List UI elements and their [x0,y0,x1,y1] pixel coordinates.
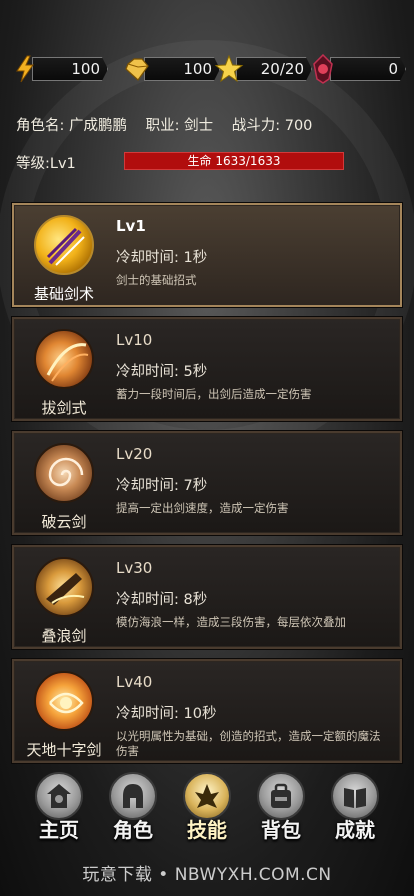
character-level: 等级:Lv1 [16,156,76,172]
crystal-icon [313,54,333,84]
skill-name: 基础剑术 [33,285,94,303]
skill-card-basic-sword[interactable]: 基础剑术 Lv1 冷却时间: 1秒 剑士的基础招式 [11,202,403,308]
energy-value: 100 [71,60,100,78]
gem-icon [125,58,149,81]
nav-label: 角色 [113,818,153,842]
character-power: 战斗力: 700 [231,118,313,134]
skill-cooldown: 冷却时间: 10秒 [116,706,217,722]
skill-level: Lv30 [116,559,153,577]
swirl-icon [34,443,94,503]
cross-icon [34,671,94,731]
gem-value: 100 [183,60,212,78]
skill-description: 提高一定出剑速度，造成一定伤害 [116,501,289,515]
skill-name: 叠浪剑 [41,627,87,645]
nav-skills[interactable]: 技能 [172,770,242,842]
skill-name: 拔剑式 [41,399,87,417]
star-icon [214,54,244,83]
character-info: 角色名: 广成鹏鹏 职业: 剑士 战斗力: 700 [16,114,326,135]
skill-cooldown: 冷却时间: 8秒 [116,592,208,608]
nav-label: 主页 [39,818,79,842]
skill-level: Lv1 [116,217,146,235]
skill-icon [183,772,231,820]
nav-label: 成就 [335,818,375,842]
helmet-icon [109,772,157,820]
skill-card-heaven-earth-cross[interactable]: 天地十字剑 Lv40 冷却时间: 10秒 以光明属性为基础，创造的招式，造成一定… [11,658,403,764]
nav-label: 技能 [187,818,227,842]
nav-backpack[interactable]: 背包 [246,770,316,842]
lightning-icon [16,55,34,83]
skill-level: Lv20 [116,445,153,463]
skill-cooldown: 冷却时间: 1秒 [116,250,208,266]
hp-text: 生命 1633/1633 [187,154,281,168]
watermark-text: 玩意下载 • NBWYXH.COM.CN [82,865,332,885]
nav-home[interactable]: 主页 [24,770,94,842]
skill-cooldown: 冷却时间: 7秒 [116,478,208,494]
nav-label: 背包 [261,818,301,842]
star-value: 20/20 [260,60,304,78]
skill-name: 破云剑 [41,513,87,531]
nav-achievements[interactable]: 成就 [320,770,390,842]
skill-cooldown: 冷却时间: 5秒 [116,364,208,380]
skill-level: Lv10 [116,331,153,349]
character-class: 职业: 剑士 [145,118,214,134]
crystal-value: 0 [388,60,398,78]
character-name: 角色名: 广成鹏鹏 [16,118,127,134]
skill-card-cloud-breaker[interactable]: 破云剑 Lv20 冷却时间: 7秒 提高一定出剑速度，造成一定伤害 [11,430,403,536]
skill-level: Lv40 [116,673,153,691]
skill-description: 蓄力一段时间后，出剑后造成一定伤害 [116,387,312,401]
skill-name: 天地十字剑 [26,741,102,759]
hp-bar: 生命 1633/1633 [124,152,344,170]
backpack-icon [257,772,305,820]
bottom-nav: 主页 角色 技能 背包 成就 [0,770,414,842]
skill-card-draw-sword[interactable]: 拔剑式 Lv10 冷却时间: 5秒 蓄力一段时间后，出剑后造成一定伤害 [11,316,403,422]
book-icon [331,772,379,820]
skill-description: 模仿海浪一样，造成三段伤害，每层依次叠加 [116,615,346,629]
skill-description: 以光明属性为基础，创造的招式，造成一定额的魔法伤害 [116,729,381,758]
nav-character[interactable]: 角色 [98,770,168,842]
sword-icon [34,215,94,275]
resource-bar: 100 100 20/20 0 [10,52,406,86]
skill-card-wave-sword[interactable]: 叠浪剑 Lv30 冷却时间: 8秒 模仿海浪一样，造成三段伤害，每层依次叠加 [11,544,403,650]
home-icon [35,772,83,820]
skill-description: 剑士的基础招式 [116,273,197,287]
wave-icon [34,557,94,617]
slash-icon [34,329,94,389]
